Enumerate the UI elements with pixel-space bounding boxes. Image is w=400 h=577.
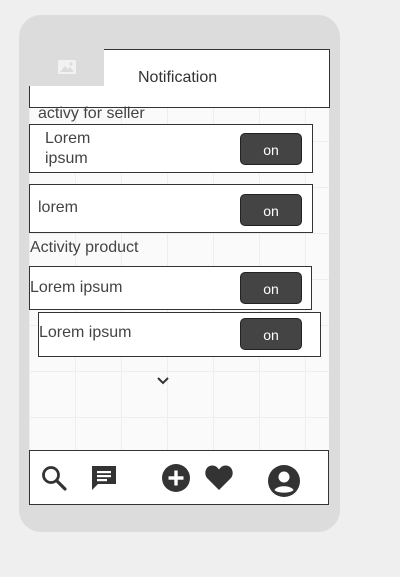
account-icon[interactable]	[267, 464, 301, 498]
row-label: Lorem ipsum	[39, 324, 132, 341]
chat-icon[interactable]	[89, 463, 119, 493]
add-circle-icon[interactable]	[161, 463, 191, 493]
row-label: Lorem ipsum	[45, 130, 91, 167]
chevron-down-icon[interactable]	[156, 375, 170, 387]
page-title: Notification	[138, 69, 218, 86]
bottom-tab-bar	[29, 450, 329, 505]
settings-row: Lorem ipsum on	[29, 266, 312, 310]
settings-row: Lorem ipsum on	[29, 124, 313, 173]
heart-icon[interactable]	[204, 463, 234, 491]
notification-toggle[interactable]: on	[240, 272, 302, 304]
row-label: Lorem ipsum	[30, 279, 123, 296]
notification-toggle[interactable]: on	[240, 133, 302, 165]
notification-toggle[interactable]: on	[240, 194, 302, 226]
section-label-seller: activy for seller	[38, 105, 145, 122]
notification-toggle[interactable]: on	[240, 318, 302, 350]
row-label: lorem	[38, 199, 79, 216]
settings-row: Lorem ipsum on	[38, 312, 321, 357]
image-icon	[58, 60, 76, 74]
search-icon[interactable]	[40, 464, 68, 492]
settings-row: lorem on	[29, 184, 313, 233]
section-label-product: Activity product	[30, 239, 139, 256]
image-placeholder	[29, 49, 104, 86]
